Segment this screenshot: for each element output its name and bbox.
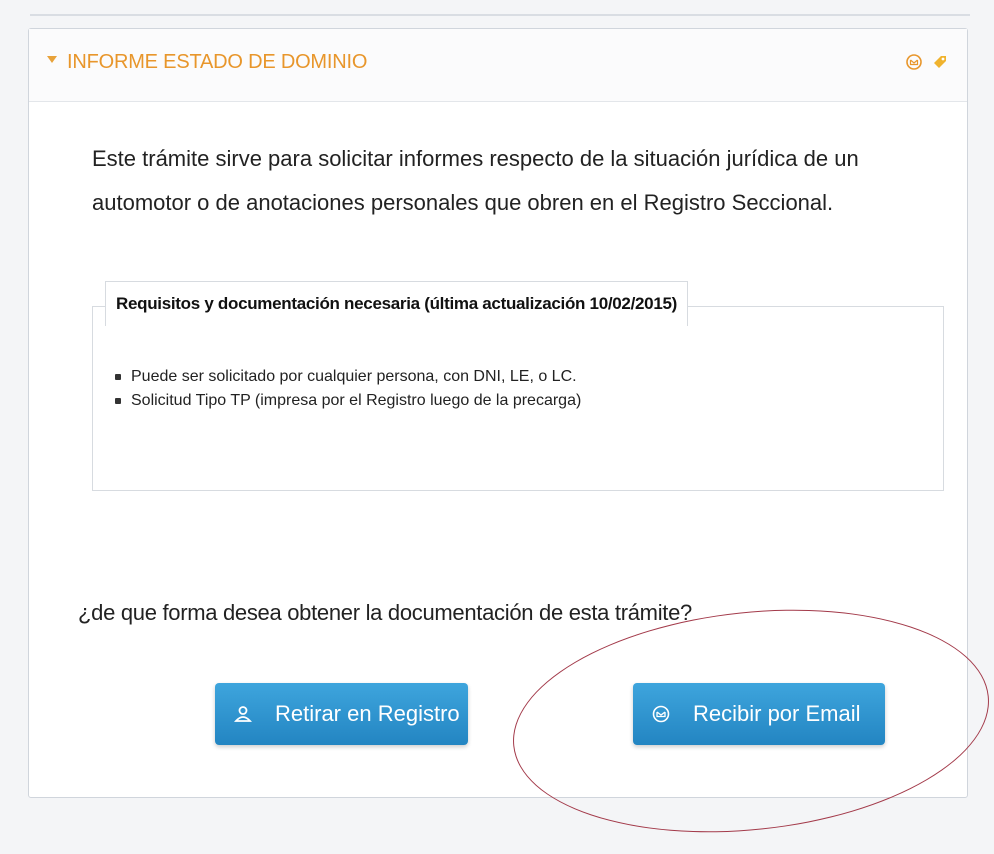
envelope-icon[interactable] bbox=[905, 53, 923, 71]
delivery-question: ¿de que forma desea obtener la documenta… bbox=[78, 600, 692, 625]
requirements-legend: Requisitos y documentación necesaria (úl… bbox=[105, 281, 688, 326]
collapse-caret-icon[interactable] bbox=[47, 56, 57, 63]
list-item: Puede ser solicitado por cualquier perso… bbox=[113, 365, 581, 389]
requirements-list: Puede ser solicitado por cualquier perso… bbox=[113, 365, 581, 413]
tag-icon[interactable] bbox=[931, 53, 949, 71]
intro-text: Este trámite sirve para solicitar inform… bbox=[92, 146, 859, 215]
top-divider bbox=[30, 14, 970, 16]
retirar-button-label: Retirar en Registro bbox=[275, 701, 460, 726]
user-icon bbox=[234, 706, 252, 722]
panel-header[interactable]: INFORME ESTADO DE DOMINIO bbox=[29, 29, 967, 102]
retirar-en-registro-button[interactable]: Retirar en Registro bbox=[215, 683, 468, 745]
list-item: Solicitud Tipo TP (impresa por el Regist… bbox=[113, 389, 581, 413]
panel-title: INFORME ESTADO DE DOMINIO bbox=[67, 51, 368, 73]
requirements-box: Requisitos y documentación necesaria (úl… bbox=[92, 281, 944, 491]
